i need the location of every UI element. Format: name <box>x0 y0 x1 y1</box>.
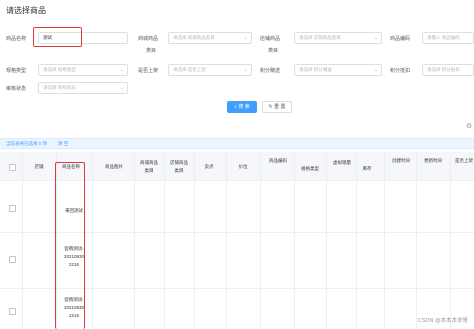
col-selling-point: 卖点 <box>204 164 214 169</box>
mall-category-select[interactable]: 请选择 商城商品类目 ⌄ <box>168 32 252 44</box>
col-mall-category: 商城商品 类目 <box>140 160 158 173</box>
gear-icon[interactable]: ⚙ <box>466 122 472 130</box>
mall-category-label-2: 类目 <box>146 48 157 54</box>
clear-selection-link[interactable]: 清 空 <box>58 141 68 147</box>
col-product-code: 商品编码 <box>269 158 287 163</box>
col-created: 创建时间 <box>392 158 410 163</box>
chevron-down-icon: ⌄ <box>373 67 378 73</box>
product-name-highlight <box>33 27 82 47</box>
search-button[interactable]: ⌕ 搜 索 <box>227 101 257 113</box>
chevron-down-icon: ⌄ <box>373 35 378 41</box>
mall-category-label: 商城商品 <box>138 36 159 42</box>
product-code-input[interactable]: 请输入 商品编码 <box>422 32 474 44</box>
selection-bar: 当前表格已选择 0 项 清 空 <box>0 138 474 149</box>
chevron-down-icon: ⌄ <box>243 67 248 73</box>
store-category-select[interactable]: 请选择 店铺商品类目 ⌄ <box>294 32 382 44</box>
watermark: CSDN @本本本求哥 <box>417 318 468 324</box>
select-all-checkbox[interactable] <box>9 164 16 171</box>
row-checkbox[interactable] <box>9 205 16 212</box>
product-name-label: 商品名称 <box>6 36 27 42</box>
reset-button[interactable]: ↻ 重 置 <box>262 101 292 113</box>
selection-info: 当前表格已选择 0 项 <box>6 141 48 146</box>
page-title: 请选择商品 <box>6 6 46 15</box>
col-on-shelf: 是否上架 <box>455 158 473 163</box>
points-deduct-label: 积分抵扣 <box>390 68 411 74</box>
chevron-down-icon: ⌄ <box>119 85 124 91</box>
col-spec-type: 规格类型 <box>301 166 319 171</box>
points-exchange-select[interactable]: 请选择 积分赚送 ⌄ <box>294 64 382 76</box>
points-exchange-label: 积分赚送 <box>260 68 281 74</box>
spec-type-label: 规格类型 <box>6 68 27 74</box>
on-shelf-label: 是否上架 <box>138 68 159 74</box>
chevron-down-icon: ⌄ <box>119 67 124 73</box>
row-checkbox[interactable] <box>9 308 16 315</box>
col-stock: 库存 <box>362 166 372 171</box>
col-store-category: 店铺商品 类目 <box>170 160 188 173</box>
refresh-icon: ↻ <box>268 104 273 110</box>
store-category-label: 店铺商品 <box>260 36 281 42</box>
col-virtual-sales: 虚拟销量 <box>333 160 351 165</box>
store-category-label-2: 类目 <box>268 48 279 54</box>
row-checkbox[interactable] <box>9 256 16 263</box>
on-shelf-select[interactable]: 请选择 是否上架 ⌄ <box>168 64 252 76</box>
spec-type-select[interactable]: 请选择 规格类型 ⌄ <box>38 64 128 76</box>
product-name-column-highlight <box>55 162 85 329</box>
col-store: 店铺 <box>34 164 44 169</box>
points-deduct-select[interactable]: 请选择 积分抵扣 <box>422 64 474 76</box>
col-updated: 更新时间 <box>424 158 442 163</box>
audit-status-label: 审核状态 <box>6 86 27 92</box>
product-code-label: 商品编码 <box>390 36 411 42</box>
col-price: 价位 <box>238 164 248 169</box>
search-icon: ⌕ <box>234 104 238 110</box>
col-product-image: 商品图片 <box>105 164 123 169</box>
audit-status-select[interactable]: 请选择 审核状态 ⌄ <box>38 82 128 94</box>
chevron-down-icon: ⌄ <box>243 35 248 41</box>
